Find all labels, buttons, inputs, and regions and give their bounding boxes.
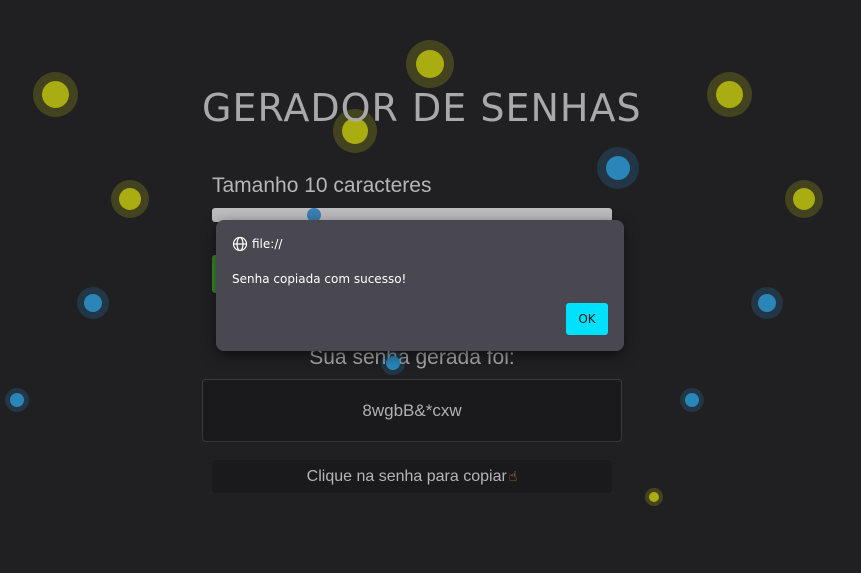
copy-hint[interactable]: Clique na senha para copiar ☝ — [212, 460, 612, 493]
page-title: GERADOR DE SENHAS — [202, 86, 642, 130]
particle — [793, 188, 815, 210]
dialog-origin-text: file:// — [252, 237, 283, 251]
particle — [416, 50, 444, 78]
length-label: Tamanho 10 caracteres — [212, 174, 432, 197]
particle — [119, 188, 141, 210]
password-text[interactable]: 8wgbB&*cxw — [362, 401, 461, 421]
globe-icon — [232, 236, 248, 252]
particle — [606, 156, 630, 180]
particle — [42, 81, 69, 108]
particle — [386, 356, 400, 370]
ok-button[interactable]: OK — [566, 303, 608, 335]
particle — [84, 294, 102, 312]
dialog-message: Senha copiada com sucesso! — [232, 272, 407, 286]
particle — [685, 393, 699, 407]
particle — [10, 393, 24, 407]
page: GERADOR DE SENHAS Tamanho 10 caracteres … — [0, 0, 861, 573]
pointing-hand-icon: ☝ — [508, 468, 518, 484]
password-output[interactable]: 8wgbB&*cxw — [202, 379, 622, 442]
particle — [649, 492, 659, 502]
alert-dialog: file:// Senha copiada com sucesso! OK — [216, 220, 624, 351]
particle — [758, 294, 776, 312]
copy-hint-text: Clique na senha para copiar — [306, 467, 507, 485]
particle — [716, 81, 743, 108]
dialog-origin: file:// — [232, 236, 282, 252]
